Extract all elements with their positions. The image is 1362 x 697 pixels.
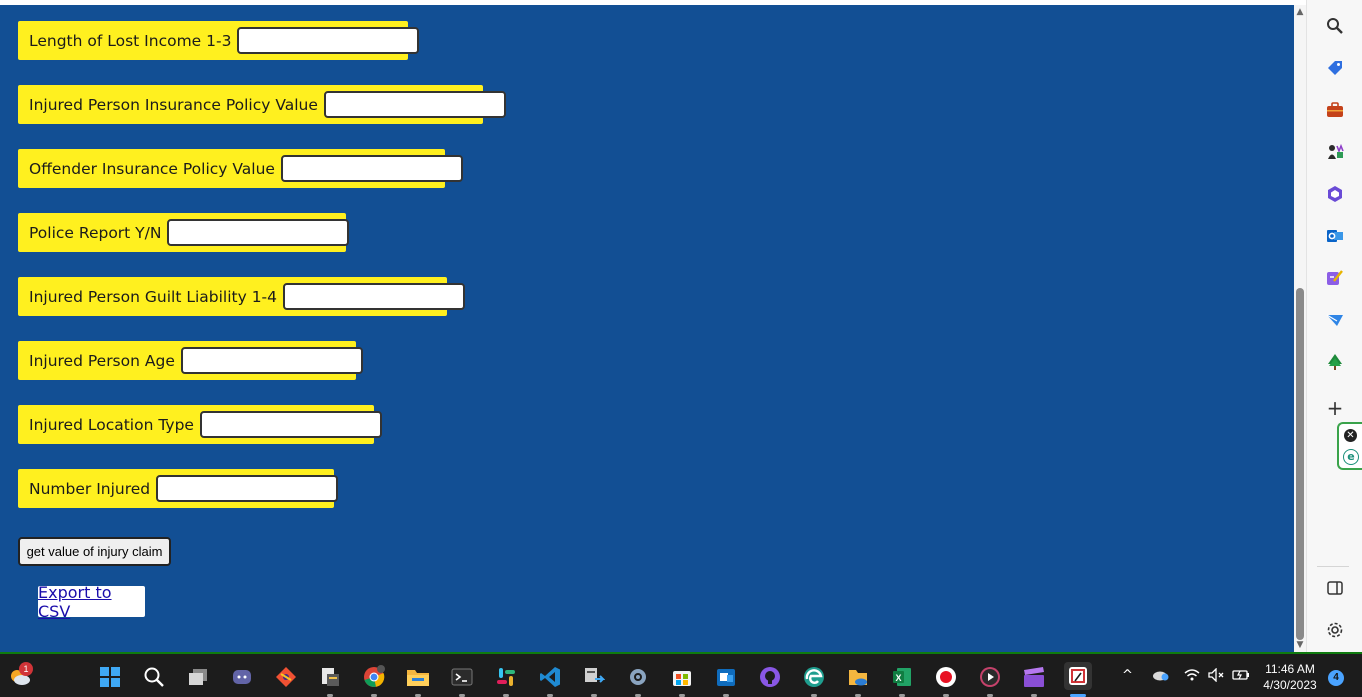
svg-text:X: X [896,673,902,683]
github-icon[interactable] [758,666,782,688]
onedrive-icon[interactable] [1152,668,1170,686]
weather-badge: 1 [19,662,33,676]
edge-sidebar: + ✕ e [1306,0,1362,652]
send-icon[interactable] [1325,310,1345,330]
extension-panel: ✕ e [1337,422,1362,470]
chrome-icon[interactable] [362,665,386,688]
scroll-up-icon[interactable]: ▲ [1294,5,1306,19]
search-icon[interactable] [1325,16,1345,36]
field-label: Length of Lost Income 1-3 [29,31,232,50]
field-label: Injured Location Type [29,415,194,434]
chess-icon[interactable] [1325,142,1345,162]
onedrive-folder-icon[interactable] [846,666,870,688]
get-value-button[interactable]: get value of injury claim [18,537,171,566]
system-settings-icon[interactable] [626,666,650,688]
page-content: Length of Lost Income 1-3 Injured Person … [0,5,1294,652]
task-view-icon[interactable] [186,666,210,688]
tree-icon[interactable] [1325,352,1345,372]
extension-close-icon[interactable]: ✕ [1344,429,1357,442]
clock-time: 11:46 AM [1265,662,1315,676]
scroll-down-icon[interactable]: ▼ [1294,638,1306,652]
taskbar: 1 X ^ 11:46 AM 4/30/2023 4 [0,652,1362,697]
slack-icon[interactable] [494,666,518,688]
start-icon[interactable] [98,666,122,688]
field-input[interactable] [156,475,339,502]
snipping-icon[interactable] [1064,662,1092,690]
add-icon[interactable]: + [1325,398,1345,418]
wifi-icon[interactable] [1184,668,1200,686]
field-input[interactable] [280,155,463,182]
top-border [0,0,1294,5]
store-icon[interactable] [670,666,694,688]
office-icon[interactable] [1325,184,1345,204]
outlook-icon[interactable] [1325,226,1345,246]
tag-icon[interactable] [1325,58,1345,78]
form-field-row: Offender Insurance Policy Value [18,149,463,188]
export-box: Export to CSV [38,583,145,621]
form-field-row: Injured Location Type [18,405,382,444]
briefcase-icon[interactable] [1325,100,1345,120]
volume-muted-icon[interactable] [1208,667,1226,686]
record-icon[interactable] [934,666,958,688]
export-csv-link[interactable]: Export to CSV [38,583,145,621]
form-field-row: Length of Lost Income 1-3 [18,21,420,60]
field-label: Injured Person Age [29,351,175,370]
form-field-row: Injured Person Guilt Liability 1-4 [18,277,466,316]
vscode-icon[interactable] [538,666,562,688]
extension-e-icon[interactable]: e [1343,449,1359,465]
field-input[interactable] [323,91,506,118]
file-explorer-icon[interactable] [406,666,430,688]
clock[interactable]: 11:46 AM 4/30/2023 [1258,661,1322,693]
field-label: Offender Insurance Policy Value [29,159,275,178]
git-icon[interactable] [274,666,298,688]
edge-icon[interactable] [802,666,826,688]
form-field-row: Police Report Y/N [18,213,350,252]
field-input[interactable] [180,347,363,374]
field-label: Injured Person Insurance Policy Value [29,95,318,114]
designer-icon[interactable] [1325,268,1345,288]
scroll-thumb[interactable] [1296,288,1304,640]
field-label: Number Injured [29,479,151,498]
sidebar-toggle-icon[interactable] [1325,578,1345,598]
field-label: Injured Person Guilt Liability 1-4 [29,287,278,306]
outlook-mail-icon[interactable] [714,666,738,688]
clock-date: 4/30/2023 [1263,678,1317,692]
field-input[interactable] [283,283,466,310]
sidebar-divider [1317,566,1349,567]
taskbar-search-icon[interactable] [142,666,166,688]
settings-icon[interactable] [1325,620,1345,640]
terminal-icon[interactable] [450,666,474,688]
clapper-icon[interactable] [1022,666,1046,688]
chevron-up-icon[interactable]: ^ [1122,668,1133,683]
file-manager-icon[interactable] [318,666,342,688]
battery-icon[interactable] [1232,668,1250,686]
remote-icon[interactable] [582,666,606,688]
excel-icon[interactable]: X [890,666,914,688]
form-field-row: Injured Person Age [18,341,363,380]
notification-badge[interactable]: 4 [1328,670,1344,686]
form-field-row: Injured Person Insurance Policy Value [18,85,506,124]
field-input[interactable] [199,411,382,438]
vertical-scrollbar[interactable]: ▲ ▼ [1294,5,1306,652]
form-field-row: Number Injured [18,469,339,508]
field-input[interactable] [237,27,420,54]
teams-icon[interactable] [230,666,254,688]
field-label: Police Report Y/N [29,223,162,242]
field-input[interactable] [167,219,350,246]
media-player-icon[interactable] [978,666,1002,688]
